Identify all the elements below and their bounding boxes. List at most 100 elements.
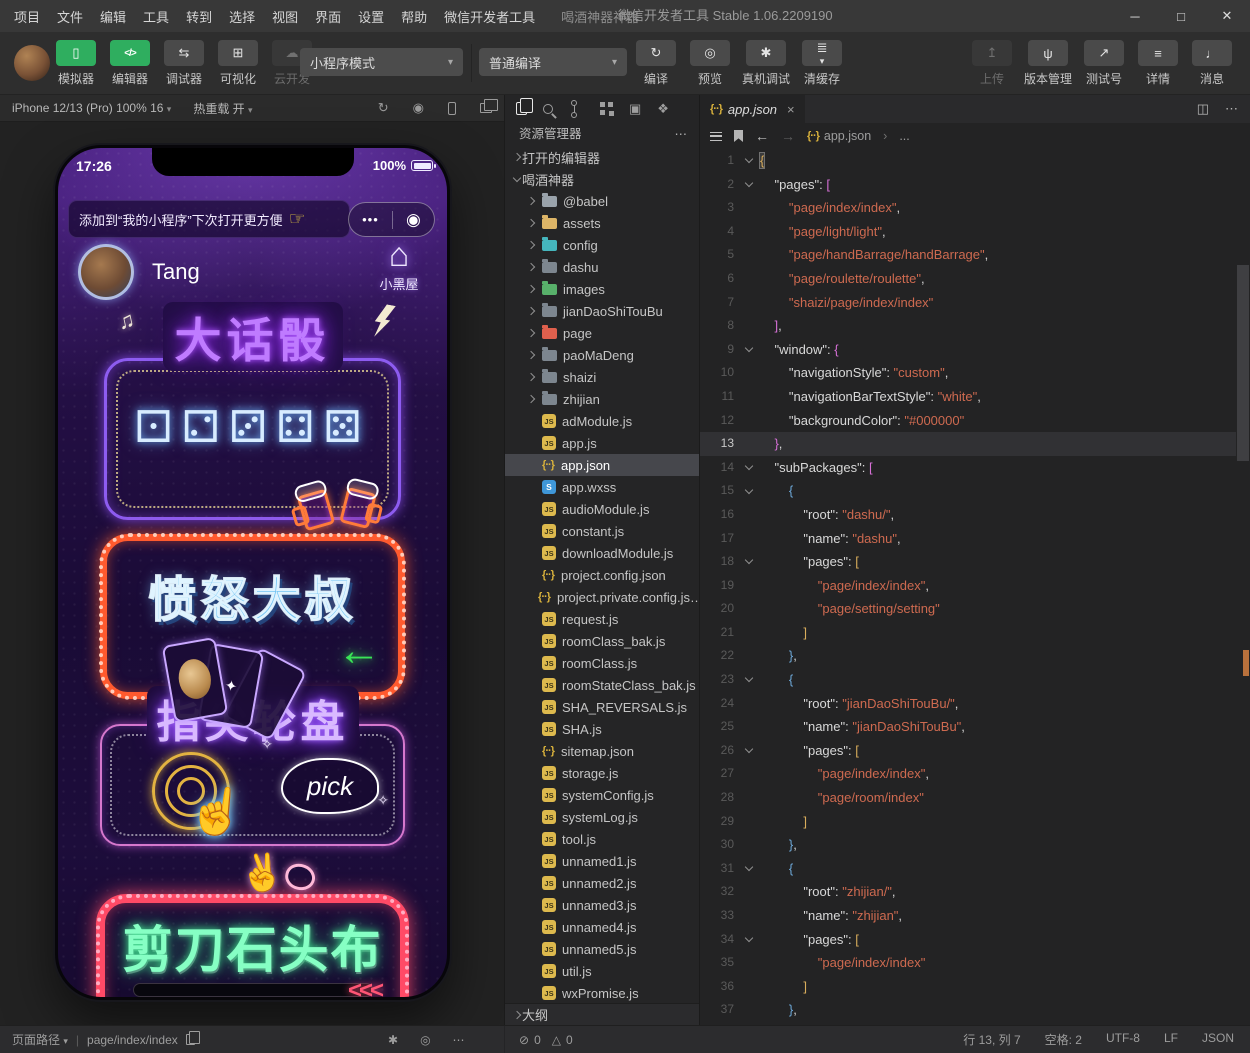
tree-file-roomClass_bak.js[interactable]: JS roomClass_bak.js (505, 630, 699, 652)
toolbar-button-消息[interactable]: ♩ 消息 (1190, 40, 1234, 87)
tree-file-app.wxss[interactable]: Sapp.wxss (505, 476, 699, 498)
player-avatar[interactable] (78, 244, 134, 300)
code-line-1[interactable]: 1{ (700, 149, 1236, 173)
tree-section-喝酒神器[interactable]: 喝酒神器 (505, 168, 699, 190)
code-line-5[interactable]: 5 "page/handBarrage/handBarrage", (700, 243, 1236, 267)
fold-chevron-icon[interactable] (744, 485, 754, 494)
tree-folder-assets[interactable]: assets (505, 212, 699, 234)
tree-folder-jianDaoShiTouBu[interactable]: jianDaoShiTouBu (505, 300, 699, 322)
list-icon[interactable] (710, 131, 722, 141)
copy-icon[interactable] (185, 1031, 201, 1045)
code-line-36[interactable]: 36 ] (700, 975, 1236, 999)
toolbar-button-模拟器[interactable]: ▯ 模拟器 (54, 40, 98, 87)
code-line-24[interactable]: 24 "root": "jianDaoShiTouBu/", (700, 692, 1236, 716)
compile-mode-dropdown[interactable]: 普通编译 ▾ (479, 48, 627, 76)
code-line-18[interactable]: 18 "pages": [ (700, 550, 1236, 574)
bookmark-icon[interactable] (734, 130, 743, 142)
more-menu-button[interactable]: ••• (362, 212, 379, 227)
split-editor-icon[interactable]: ◫ (1197, 101, 1209, 117)
tree-file-unnamed1.js[interactable]: JS unnamed1.js (505, 850, 699, 872)
game-card-angry-uncle[interactable]: 愤怒大叔 ← ✦ (99, 533, 406, 742)
code-line-30[interactable]: 30 }, (700, 833, 1236, 857)
menu-item[interactable]: 工具 (143, 7, 169, 26)
more-actions-icon[interactable]: ⋯ (1225, 101, 1238, 117)
menu-item[interactable]: 设置 (358, 7, 384, 26)
menu-item[interactable]: 选择 (229, 7, 255, 26)
code-line-20[interactable]: 20 "page/setting/setting" (700, 597, 1236, 621)
indent-setting[interactable]: 空格: 2 (1045, 1031, 1082, 1048)
code-line-19[interactable]: 19 "page/index/index", (700, 574, 1236, 598)
fold-chevron-icon[interactable] (744, 178, 754, 188)
code-line-14[interactable]: 14 "subPackages": [ (700, 456, 1236, 480)
multi-window-icon[interactable] (480, 99, 498, 113)
tab-app-json[interactable]: {··} app.json × (700, 95, 805, 123)
tree-folder-shaizi[interactable]: shaizi (505, 366, 699, 388)
toolbar-button-调试器[interactable]: ⇆ 调试器 (162, 40, 206, 87)
code-line-10[interactable]: 10 "navigationStyle": "custom", (700, 361, 1236, 385)
menu-item[interactable]: 帮助 (401, 7, 427, 26)
encoding[interactable]: UTF-8 (1106, 1031, 1140, 1048)
cursor-position[interactable]: 行 13, 列 7 (963, 1031, 1020, 1048)
code-line-2[interactable]: 2 "pages": [ (700, 173, 1236, 197)
tree-file-adModule.js[interactable]: JS adModule.js (505, 410, 699, 432)
eye-icon[interactable]: ◎ (420, 1033, 430, 1047)
tree-file-request.js[interactable]: JS request.js (505, 608, 699, 630)
forward-arrow-icon[interactable]: → (781, 128, 795, 144)
toolbar-button-可视化[interactable]: ⊞ 可视化 (216, 40, 260, 87)
toolbar-button-清缓存[interactable]: ≣ ▾ 清缓存 (800, 40, 844, 87)
tree-file-roomClass.js[interactable]: JS roomClass.js (505, 652, 699, 674)
tree-folder-config[interactable]: config (505, 234, 699, 256)
code-line-35[interactable]: 35 "page/index/index" (700, 951, 1236, 975)
menu-item[interactable]: 文件 (57, 7, 83, 26)
menu-item[interactable]: 视图 (272, 7, 298, 26)
code-line-11[interactable]: 11 "navigationBarTextStyle": "white", (700, 385, 1236, 409)
tree-file-SHA_REVERSALS.js[interactable]: JS SHA_REVERSALS.js (505, 696, 699, 718)
tree-file-project.private.config.js…[interactable]: {··} project.private.config.js… (505, 586, 699, 608)
code-line-29[interactable]: 29 ] (700, 810, 1236, 834)
fold-chevron-icon[interactable] (744, 556, 754, 565)
code-line-9[interactable]: 9 "window": { (700, 338, 1236, 362)
bug-icon[interactable]: ✱ (388, 1033, 398, 1047)
files-icon[interactable] (516, 98, 533, 115)
code-line-6[interactable]: 6 "page/roulette/roulette", (700, 267, 1236, 291)
tree-folder-zhijian[interactable]: zhijian (505, 388, 699, 410)
toolbar-button-上传[interactable]: ↥ 上传 (970, 40, 1014, 87)
code-line-31[interactable]: 31 { (700, 857, 1236, 881)
tree-folder-page[interactable]: page (505, 322, 699, 344)
code-line-4[interactable]: 4 "page/light/light", (700, 220, 1236, 244)
code-line-12[interactable]: 12 "backgroundColor": "#000000" (700, 409, 1236, 433)
extensions-icon[interactable] (600, 102, 605, 107)
breadcrumb-file[interactable]: {··} app.json (807, 129, 871, 143)
fold-chevron-icon[interactable] (744, 862, 754, 872)
code-line-23[interactable]: 23 { (700, 668, 1236, 692)
tree-file-constant.js[interactable]: JS constant.js (505, 520, 699, 542)
menu-item[interactable]: 编辑 (100, 7, 126, 26)
fold-chevron-icon[interactable] (744, 933, 754, 943)
code-line-27[interactable]: 27 "page/index/index", (700, 762, 1236, 786)
tree-folder-@babel[interactable]: @babel (505, 190, 699, 212)
minimize-button[interactable]: ─ (1112, 0, 1158, 32)
more-actions-icon[interactable]: ⋯ (453, 1033, 465, 1047)
tree-file-unnamed3.js[interactable]: JS unnamed3.js (505, 894, 699, 916)
tree-file-unnamed2.js[interactable]: JS unnamed2.js (505, 872, 699, 894)
problems-indicator[interactable]: ⊘ 0 △ 0 (504, 1025, 594, 1053)
tree-file-unnamed5.js[interactable]: JS unnamed5.js (505, 938, 699, 960)
toolbar-button-编译[interactable]: ↻ 编译 (634, 40, 678, 87)
toolbar-button-版本管理[interactable]: ψ 版本管理 (1024, 40, 1072, 87)
language-mode[interactable]: JSON (1202, 1031, 1234, 1048)
code-line-13[interactable]: 13 }, (700, 432, 1236, 456)
tree-file-unnamed4.js[interactable]: JS unnamed4.js (505, 916, 699, 938)
code-line-16[interactable]: 16 "root": "dashu/", (700, 503, 1236, 527)
code-line-3[interactable]: 3 "page/index/index", (700, 196, 1236, 220)
back-arrow-icon[interactable]: ← (755, 128, 769, 144)
device-frame-icon[interactable] (448, 101, 456, 115)
tree-folder-images[interactable]: images (505, 278, 699, 300)
menu-item[interactable]: 项目 (14, 7, 40, 26)
search-icon[interactable] (543, 103, 553, 114)
record-icon[interactable]: ◉ (413, 100, 424, 116)
tree-file-downloadModule.js[interactable]: JS downloadModule.js (505, 542, 699, 564)
tree-file-sitemap.json[interactable]: {··} sitemap.json (505, 740, 699, 762)
more-actions-icon[interactable]: ⋯ (675, 122, 688, 146)
tree-file-systemConfig.js[interactable]: JS systemConfig.js (505, 784, 699, 806)
close-button[interactable]: ✕ (1204, 0, 1250, 32)
